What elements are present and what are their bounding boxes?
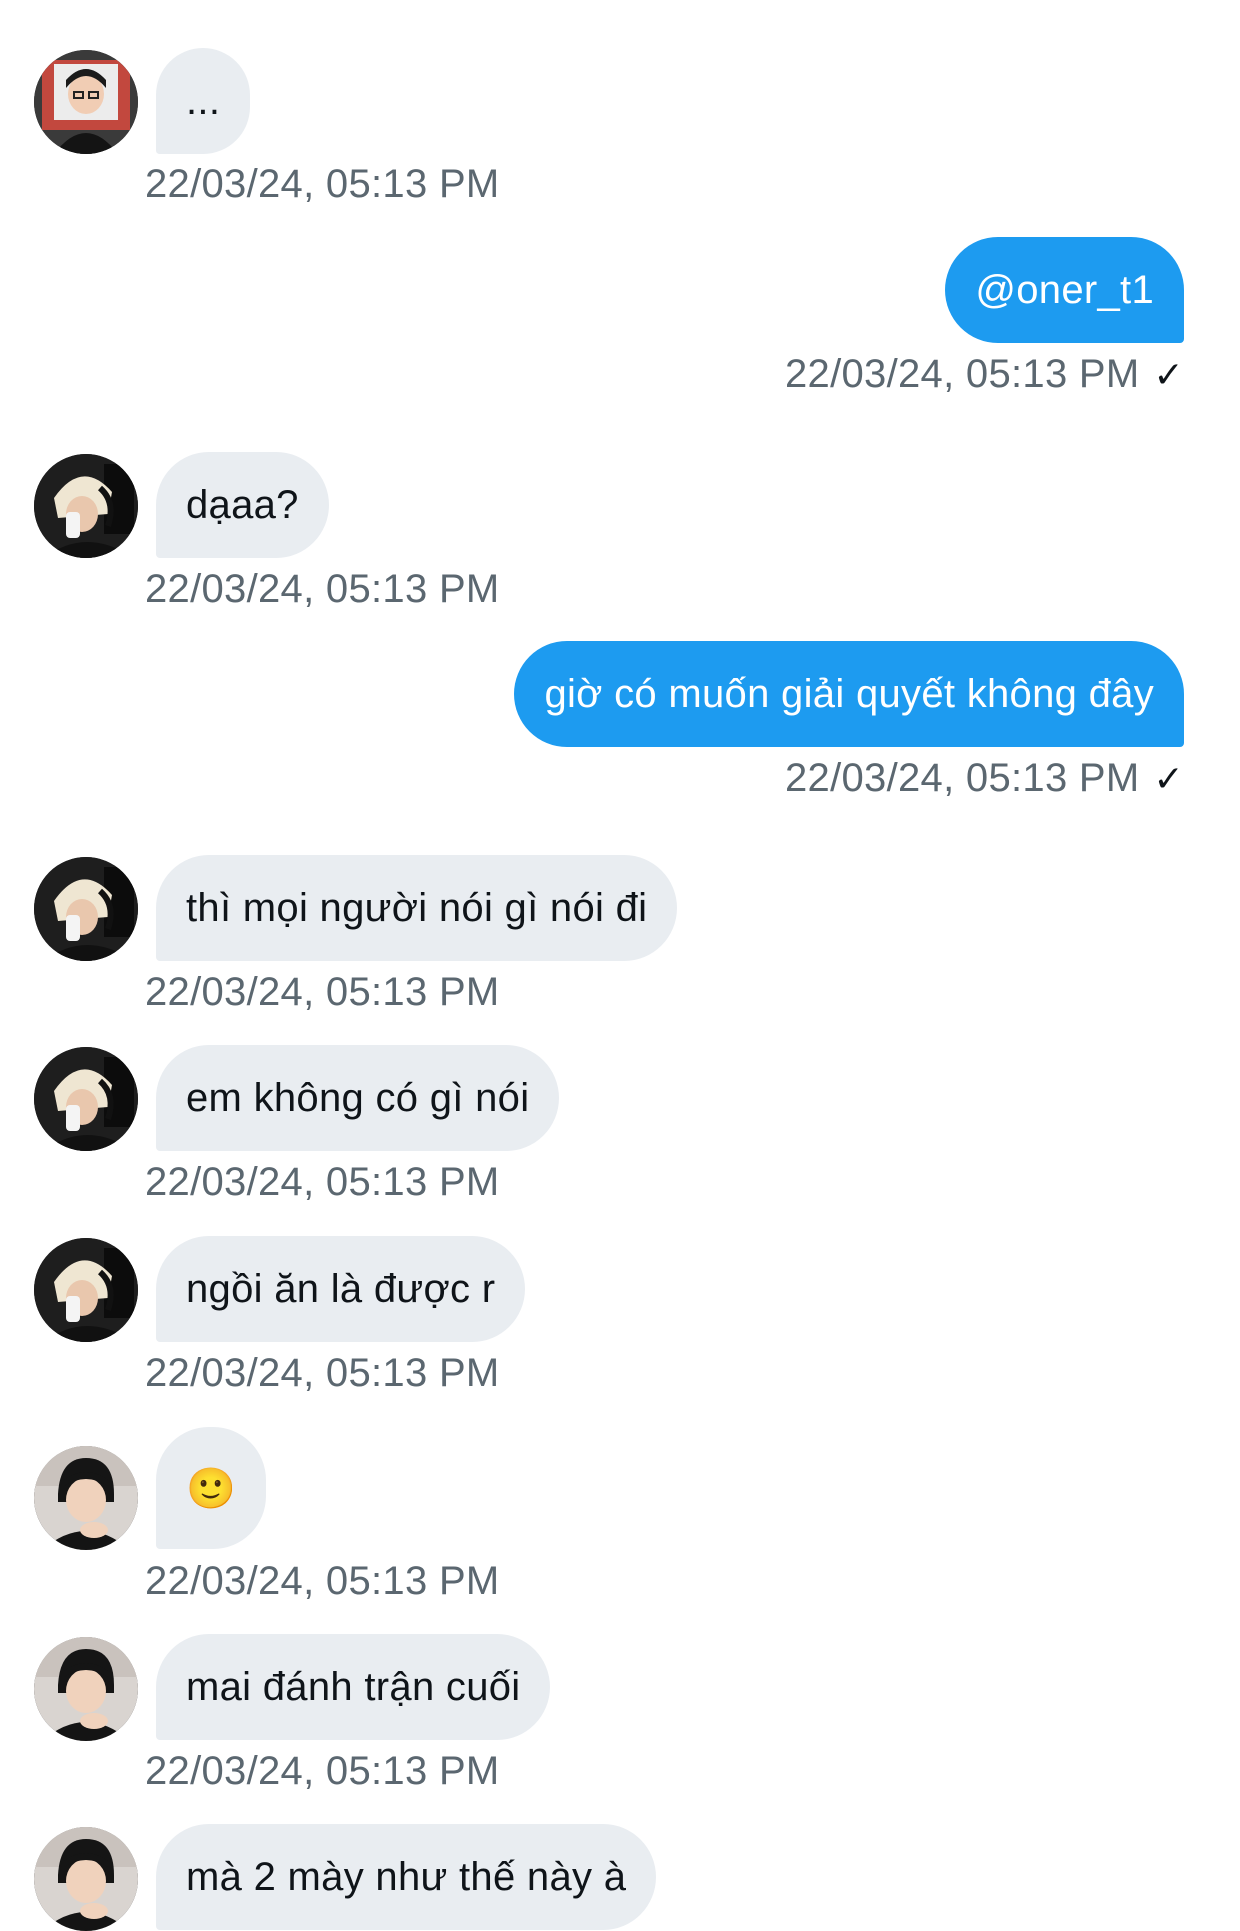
message-timestamp: 22/03/24, 05:13 PM ✓ [784,756,1184,800]
avatar-2-photo [34,1238,138,1342]
avatar-2-photo [34,857,138,961]
message-timestamp: 22/03/24, 05:13 PM [145,567,500,611]
message-bubble[interactable]: thì mọi người nói gì nói đi [156,855,678,961]
message-text: thì mọi người nói gì nói đi [186,885,648,930]
message-text: em không có gì nói [186,1075,530,1120]
message-timestamp: 22/03/24, 05:13 PM [145,1160,500,1204]
avatar-2-photo [34,1047,138,1151]
message-text: ... [186,78,221,123]
message-bubble[interactable]: ngồi ăn là được r [156,1236,526,1342]
message-timestamp: 22/03/24, 05:13 PM ✓ [784,352,1184,396]
message-bubble[interactable]: mà 2 mày như thế này à [156,1824,657,1930]
avatar[interactable] [34,454,138,558]
message-timestamp: 22/03/24, 05:13 PM [145,970,500,1014]
avatar-3-photo [34,1827,138,1931]
message-text: dạaa? [186,482,299,527]
message-text: ngồi ăn là được r [186,1266,496,1311]
check-icon: ✓ [1153,758,1184,799]
avatar-3-photo [34,1446,138,1550]
message-bubble[interactable]: @oner_t1 [945,237,1184,343]
avatar-3-photo [34,1637,138,1741]
avatar[interactable] [34,1047,138,1151]
avatar-2-photo [34,454,138,558]
avatar[interactable] [34,1238,138,1342]
message-text: giờ có muốn giải quyết không đây [544,671,1154,716]
avatar[interactable] [34,857,138,961]
smile-emoji-icon: 🙂 [186,1466,237,1511]
avatar[interactable] [34,1637,138,1741]
message-bubble[interactable]: dạaa? [156,452,329,558]
avatar-1-photo [34,50,138,154]
message-timestamp: 22/03/24, 05:13 PM [145,1351,500,1395]
message-bubble[interactable]: mai đánh trận cuối [156,1634,551,1740]
conversation-thread[interactable]: ... 22/03/24, 05:13 PM @oner_t1 22/03/24… [0,0,1240,1931]
avatar[interactable] [34,50,138,154]
message-text: mà 2 mày như thế này à [186,1854,627,1899]
check-icon: ✓ [1153,354,1184,395]
message-bubble[interactable]: em không có gì nói [156,1045,560,1151]
message-bubble[interactable]: ... [156,48,251,154]
message-text: mai đánh trận cuối [186,1664,521,1709]
message-timestamp: 22/03/24, 05:13 PM [145,162,500,206]
avatar[interactable] [34,1827,138,1931]
message-timestamp: 22/03/24, 05:13 PM [145,1749,500,1793]
message-bubble[interactable]: giờ có muốn giải quyết không đây [514,641,1184,747]
avatar[interactable] [34,1446,138,1550]
message-timestamp: 22/03/24, 05:13 PM [145,1559,500,1603]
message-text: @oner_t1 [975,267,1154,312]
message-bubble[interactable]: 🙂 [156,1427,267,1549]
